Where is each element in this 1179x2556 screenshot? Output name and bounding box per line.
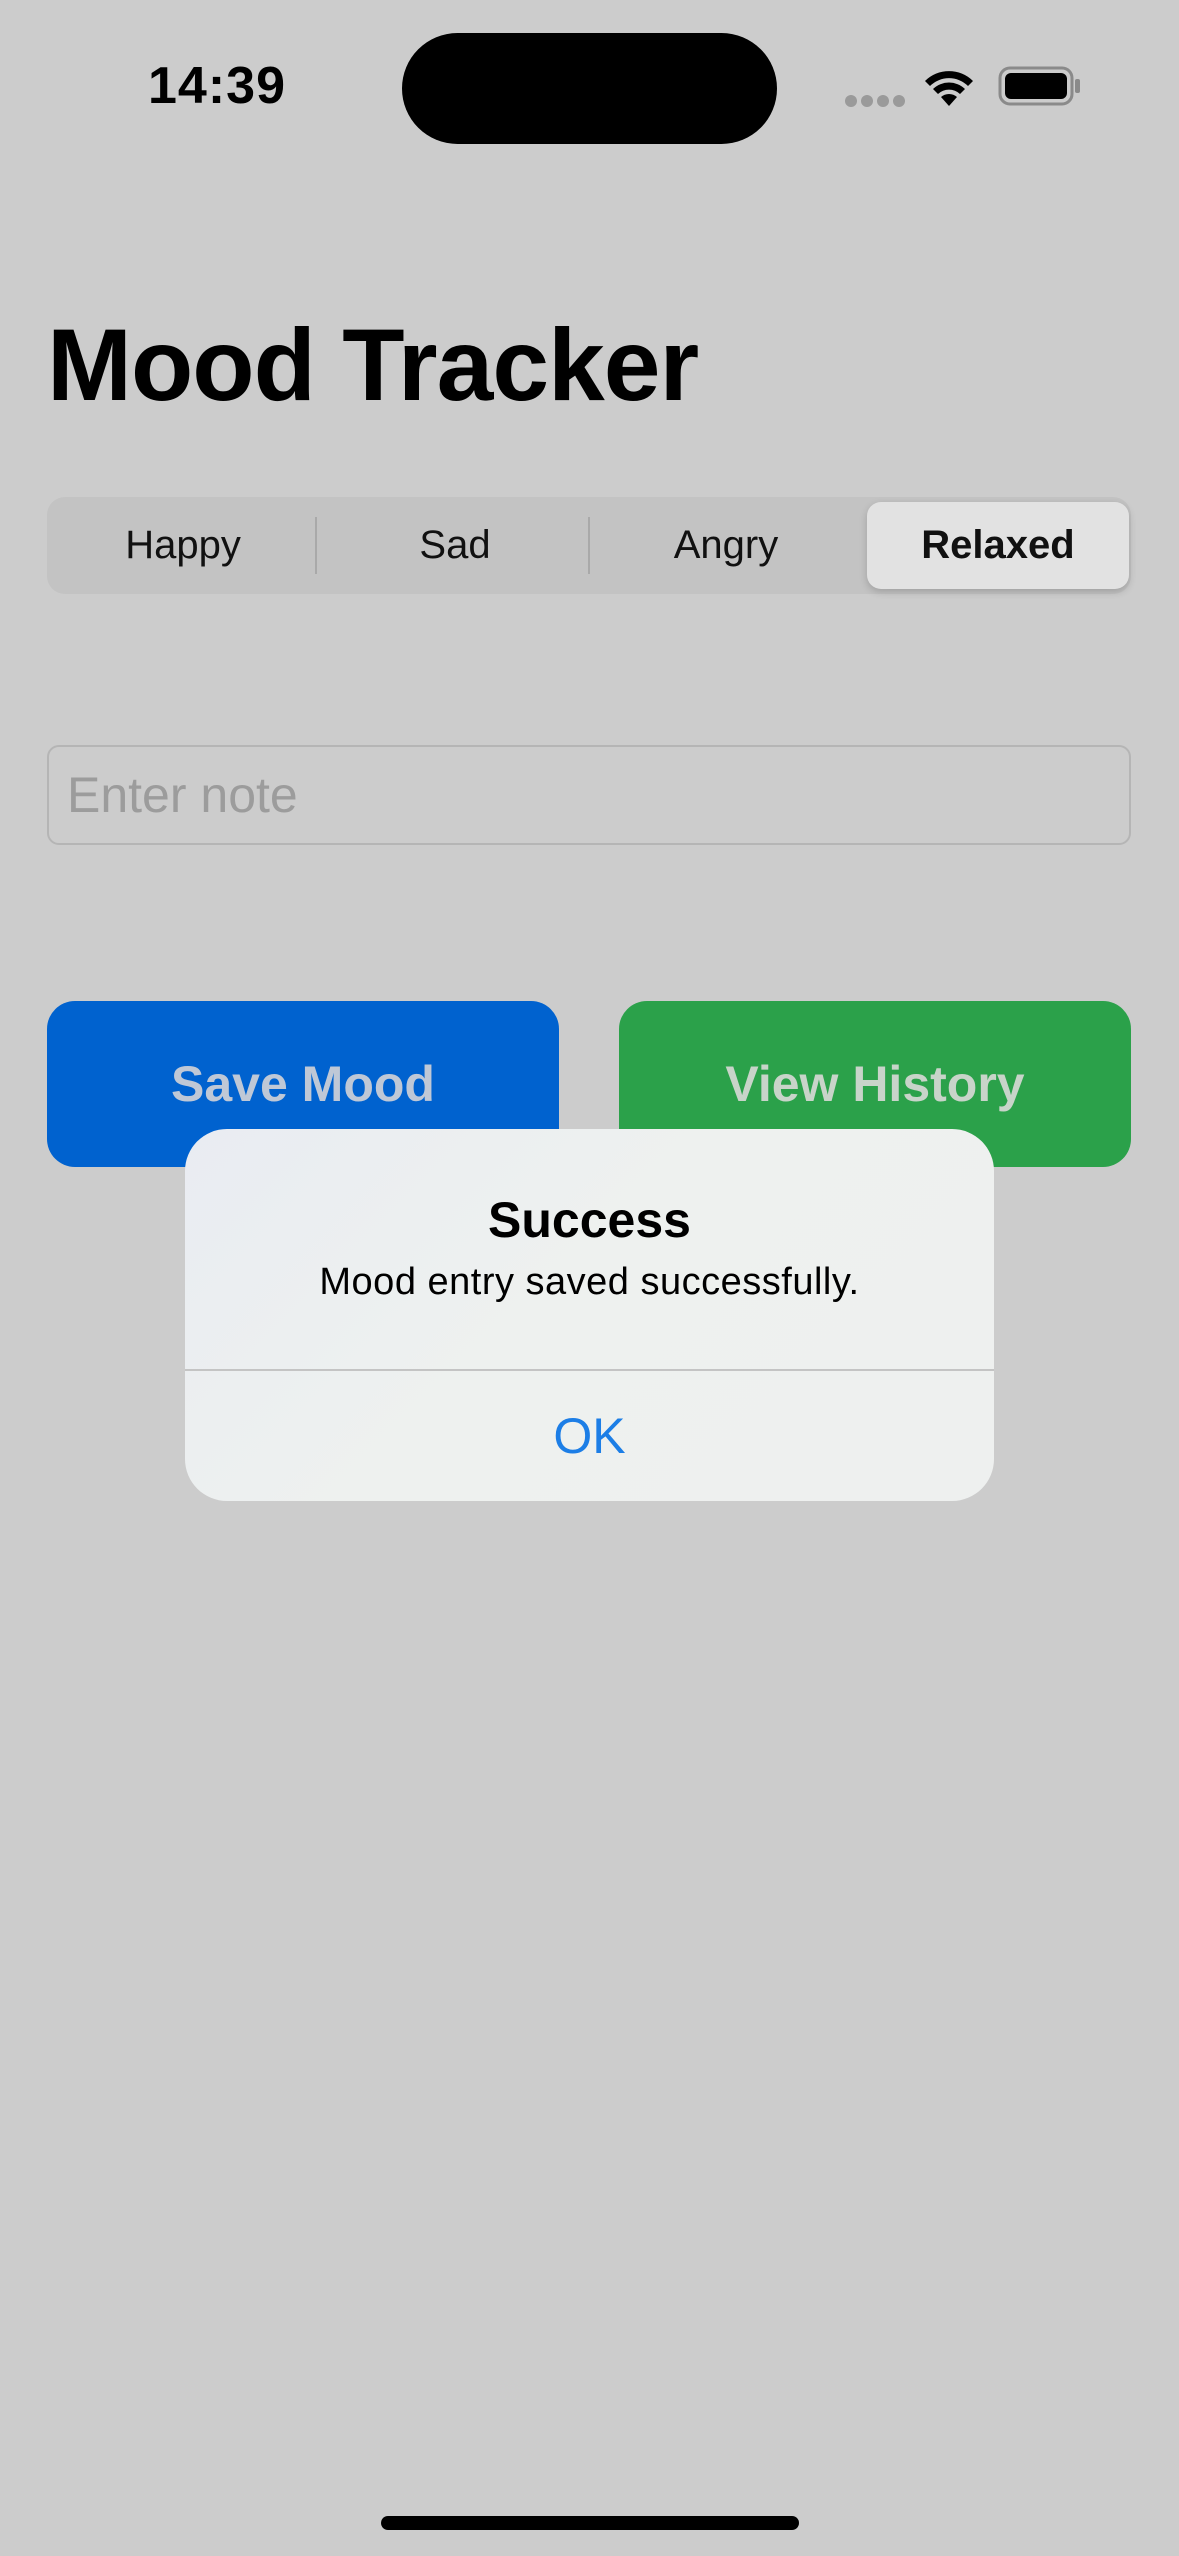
note-input[interactable] — [47, 745, 1131, 845]
alert-ok-button[interactable]: OK — [185, 1371, 994, 1501]
mood-segmented-control: Happy Sad Angry Relaxed — [47, 497, 1131, 594]
segment-divider — [315, 517, 317, 574]
home-indicator[interactable] — [381, 2516, 799, 2530]
mood-option-relaxed[interactable]: Relaxed — [867, 502, 1129, 589]
page-title: Mood Tracker — [47, 308, 699, 422]
mood-option-happy[interactable]: Happy — [52, 502, 314, 589]
cellular-signal-icon — [845, 95, 905, 107]
dynamic-island — [402, 33, 777, 144]
alert-message: Mood entry saved successfully. — [319, 1261, 860, 1303]
battery-icon — [998, 66, 1080, 106]
wifi-icon — [925, 71, 973, 106]
status-time: 14:39 — [148, 57, 286, 115]
alert-title: Success — [488, 1192, 691, 1248]
success-alert: Success Mood entry saved successfully. O… — [185, 1129, 994, 1501]
mood-option-sad[interactable]: Sad — [324, 502, 586, 589]
segment-divider — [588, 517, 590, 574]
mood-option-angry[interactable]: Angry — [595, 502, 857, 589]
